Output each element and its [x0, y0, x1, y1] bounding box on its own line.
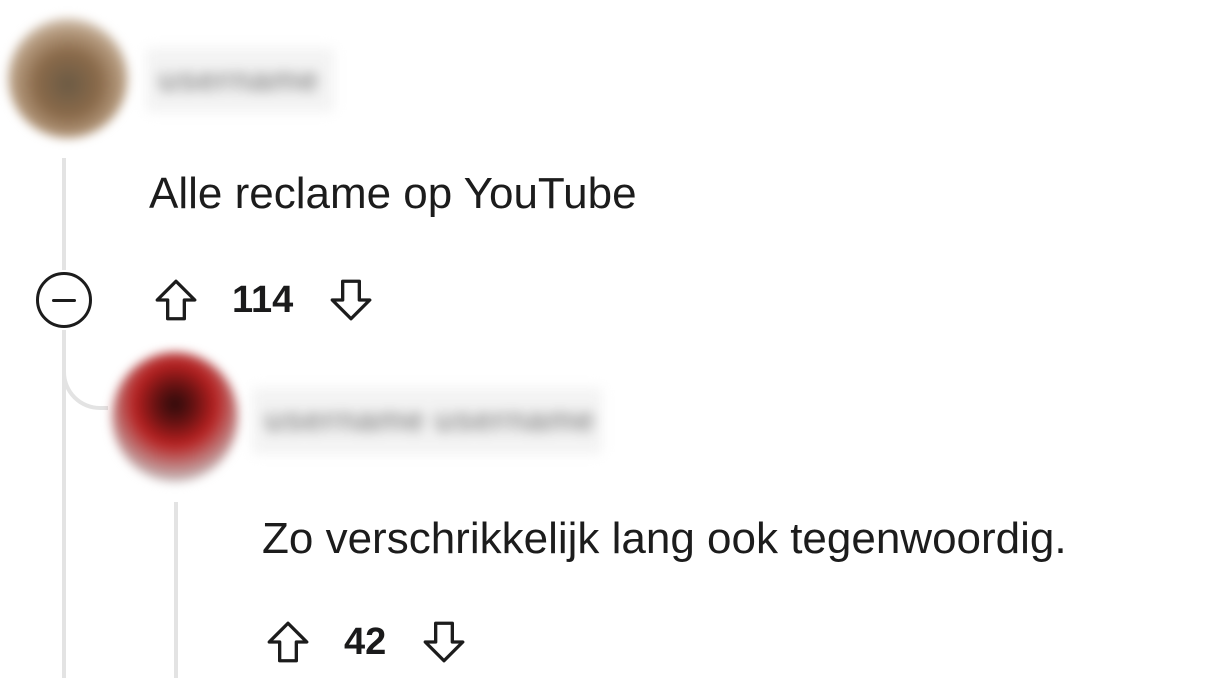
vote-score: 42 — [344, 621, 387, 663]
arrow-down-icon — [423, 621, 465, 663]
comment-body: Zo verschrikkelijk lang ook tegenwoordig… — [262, 514, 1067, 563]
upvote-button[interactable] — [260, 612, 316, 672]
vote-score: 114 — [232, 279, 294, 321]
arrow-up-icon — [267, 621, 309, 663]
minus-icon — [52, 298, 76, 302]
arrow-down-icon — [330, 279, 372, 321]
thread-branch-line — [62, 330, 108, 410]
collapse-thread-button[interactable] — [36, 272, 92, 328]
downvote-button[interactable] — [323, 270, 379, 330]
comment-actions: 114 — [148, 270, 379, 330]
comment-actions: 42 — [260, 612, 472, 672]
comment-author[interactable]: username — [146, 48, 334, 112]
arrow-up-icon — [155, 279, 197, 321]
comment-body: Alle reclame op YouTube — [149, 169, 637, 218]
upvote-button[interactable] — [148, 270, 204, 330]
reply-thread-line[interactable] — [174, 502, 178, 678]
comment-thread: username Alle reclame op YouTube 114 use… — [0, 0, 1210, 678]
avatar[interactable] — [8, 18, 128, 138]
downvote-button[interactable] — [416, 612, 472, 672]
comment-author[interactable]: username username — [252, 388, 602, 454]
avatar[interactable] — [112, 352, 238, 482]
thread-line[interactable] — [62, 158, 66, 270]
